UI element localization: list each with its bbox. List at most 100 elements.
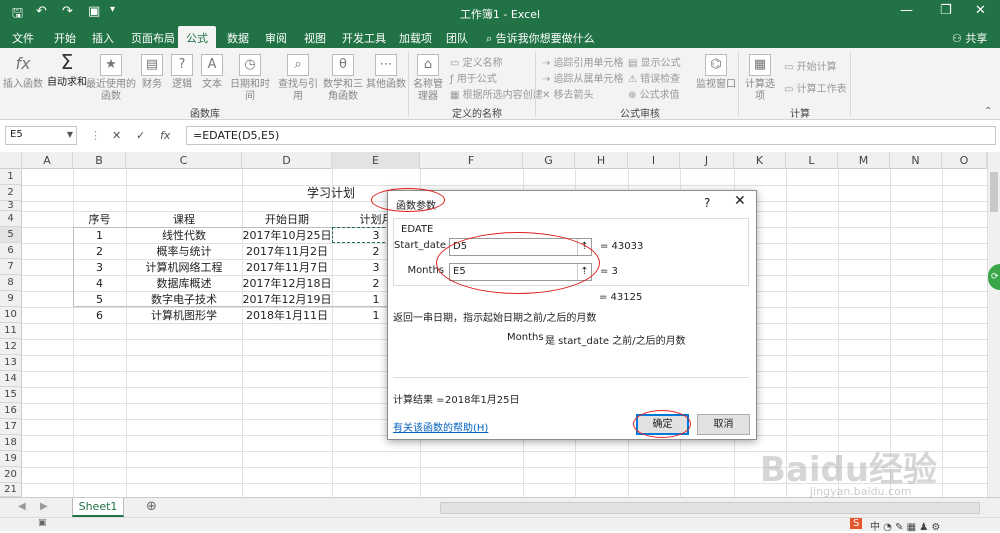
vertical-scrollbar[interactable] <box>987 152 1000 497</box>
create-from-selection-button[interactable]: ▦ 根据所选内容创建 <box>450 86 543 101</box>
row-header[interactable]: 10 <box>0 307 22 323</box>
table-cell[interactable]: 概率与统计 <box>126 244 242 259</box>
tab-home[interactable]: 开始 <box>54 30 76 46</box>
header-cell[interactable]: 课程 <box>126 212 242 227</box>
row-header[interactable]: 7 <box>0 259 22 275</box>
tab-view[interactable]: 视图 <box>304 30 326 46</box>
column-header[interactable]: I <box>628 152 680 169</box>
calc-sheet-button[interactable]: ▭ 计算工作表 <box>784 80 847 95</box>
row-header[interactable]: 2 <box>0 185 22 201</box>
finance-button[interactable]: ▤ 财务 <box>138 54 166 91</box>
column-header[interactable]: O <box>942 152 987 169</box>
close-window-icon[interactable]: ✕ <box>975 3 986 18</box>
table-cell[interactable]: 2 <box>73 244 126 259</box>
column-header[interactable]: L <box>786 152 838 169</box>
row-header[interactable]: 19 <box>0 451 22 467</box>
row-header[interactable]: 1 <box>0 169 22 185</box>
tab-developer[interactable]: 开发工具 <box>342 30 386 46</box>
function-help-link[interactable]: 有关该函数的帮助(H) <box>393 419 488 434</box>
table-cell[interactable]: 计算机网络工程 <box>126 260 242 275</box>
row-header[interactable]: 8 <box>0 275 22 291</box>
logic-button[interactable]: ? 逻辑 <box>168 54 196 91</box>
table-cell[interactable]: 2017年11月7日 <box>242 260 332 275</box>
minimize-icon[interactable]: — <box>900 3 913 18</box>
column-header[interactable]: H <box>575 152 628 169</box>
column-header[interactable]: F <box>420 152 523 169</box>
tab-insert[interactable]: 插入 <box>92 30 114 46</box>
chevron-down-icon[interactable]: ▼ <box>67 130 73 139</box>
table-cell[interactable]: 2017年10月25日 <box>242 228 332 243</box>
table-cell[interactable]: 2017年12月18日 <box>242 276 332 291</box>
help-question-button[interactable]: ? <box>704 196 710 210</box>
name-box[interactable]: E5 ▼ <box>5 126 77 145</box>
define-name-button[interactable]: ▭ 定义名称 <box>450 54 503 69</box>
close-dialog-button[interactable]: ✕ <box>734 193 746 209</box>
add-sheet-icon[interactable]: ⊕ <box>146 499 157 514</box>
table-cell[interactable]: 2018年1月11日 <box>242 308 332 323</box>
lookup-button[interactable]: ⌕ 查找与引用 <box>274 54 322 103</box>
use-in-formula-button[interactable]: ƒ 用于公式 <box>450 70 497 85</box>
restore-icon[interactable]: ❐ <box>940 3 952 18</box>
tell-me-search[interactable]: ⌕ 告诉我你想要做什么 <box>486 30 595 46</box>
error-checking-button[interactable]: ⚠ 错误检查 <box>628 70 680 85</box>
tab-page-layout[interactable]: 页面布局 <box>131 30 175 46</box>
table-cell[interactable]: 6 <box>73 308 126 323</box>
prev-sheet-icon[interactable]: ◀ <box>18 501 26 512</box>
tab-formulas[interactable]: 公式 <box>178 26 216 48</box>
row-header[interactable]: 21 <box>0 483 22 497</box>
other-functions-button[interactable]: ⋯ 其他函数 <box>366 54 406 91</box>
column-header[interactable]: K <box>734 152 786 169</box>
table-cell[interactable]: 数字电子技术 <box>126 292 242 307</box>
cancel-button[interactable]: 取消 <box>697 414 750 435</box>
tab-addins[interactable]: 加载项 <box>399 30 432 46</box>
header-cell[interactable]: 开始日期 <box>242 212 332 227</box>
scrollbar-thumb[interactable] <box>990 172 998 212</box>
column-header[interactable]: B <box>73 152 126 169</box>
share-button[interactable]: ⚇ 共享 <box>952 30 987 46</box>
select-all-corner[interactable] <box>0 152 22 169</box>
row-header[interactable]: 6 <box>0 243 22 259</box>
table-cell[interactable]: 5 <box>73 292 126 307</box>
formula-input[interactable]: =EDATE(D5,E5) <box>186 126 996 145</box>
table-cell[interactable]: 数据库概述 <box>126 276 242 291</box>
column-header[interactable]: G <box>523 152 575 169</box>
row-header[interactable]: 14 <box>0 371 22 387</box>
text-button[interactable]: A 文本 <box>198 54 226 91</box>
calc-options-button[interactable]: ▦ 计算选项 <box>742 54 778 103</box>
header-cell[interactable]: 序号 <box>73 212 126 227</box>
row-header[interactable]: 15 <box>0 387 22 403</box>
cancel-formula-icon[interactable]: ✕ <box>112 129 121 142</box>
name-manager-button[interactable]: ⌂ 名称管理器 <box>412 54 444 103</box>
column-header[interactable]: C <box>126 152 242 169</box>
collapse-ribbon-icon[interactable]: ⌃ <box>984 106 992 117</box>
table-cell[interactable]: 2017年11月2日 <box>242 244 332 259</box>
insert-function-icon[interactable]: fx <box>160 129 170 142</box>
row-header[interactable]: 18 <box>0 435 22 451</box>
table-cell[interactable]: 3 <box>73 260 126 275</box>
remove-arrows-button[interactable]: ✕ 移去箭头 <box>542 86 594 101</box>
column-header[interactable]: D <box>242 152 332 169</box>
evaluate-formula-button[interactable]: ⊕ 公式求值 <box>628 86 680 101</box>
column-header[interactable]: A <box>22 152 73 169</box>
calc-now-button[interactable]: ▭ 开始计算 <box>784 58 837 73</box>
table-cell[interactable]: 4 <box>73 276 126 291</box>
column-header[interactable]: M <box>838 152 890 169</box>
row-header[interactable]: 13 <box>0 355 22 371</box>
row-header[interactable]: 9 <box>0 291 22 307</box>
trace-precedents-button[interactable]: ⇢ 追踪引用单元格 <box>542 54 624 69</box>
ime-s-icon[interactable]: S <box>850 518 863 529</box>
datetime-button[interactable]: ◷ 日期和时间 <box>226 54 274 103</box>
tab-review[interactable]: 审阅 <box>265 30 287 46</box>
insert-function-button[interactable]: fx 插入函数 <box>2 54 44 91</box>
row-header[interactable]: 5 <box>0 227 22 243</box>
row-header[interactable]: 20 <box>0 467 22 483</box>
column-header[interactable]: J <box>680 152 734 169</box>
trace-dependents-button[interactable]: ⇢ 追踪从属单元格 <box>542 70 624 85</box>
table-cell[interactable]: 线性代数 <box>126 228 242 243</box>
show-formulas-button[interactable]: ▤ 显示公式 <box>628 54 681 69</box>
row-header[interactable]: 16 <box>0 403 22 419</box>
row-header[interactable]: 12 <box>0 339 22 355</box>
autosum-button[interactable]: Σ 自动求和 <box>46 52 88 89</box>
table-cell[interactable]: 1 <box>73 228 126 243</box>
math-button[interactable]: θ 数学和三角函数 <box>322 54 364 103</box>
